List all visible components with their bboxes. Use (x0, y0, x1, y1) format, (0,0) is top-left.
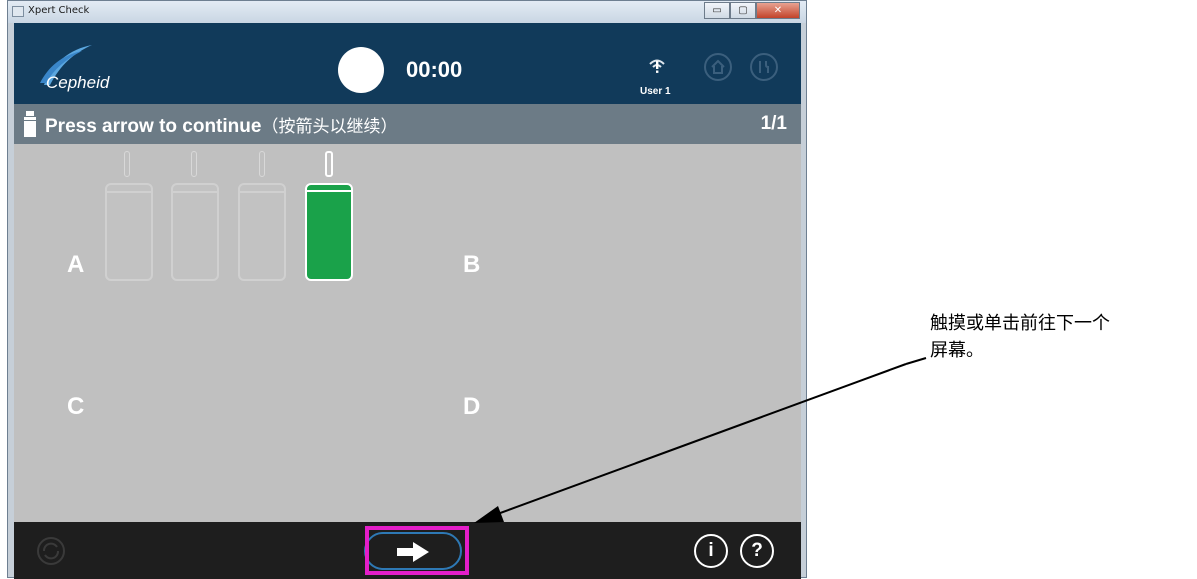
refresh-icon[interactable] (36, 536, 66, 566)
app-client-area: Cepheid 00:00 User 1 Press arrow to cont… (14, 23, 801, 579)
cartridge-slot[interactable] (238, 183, 286, 281)
cartridge-slot-active[interactable] (305, 183, 353, 281)
home-icon (711, 59, 725, 74)
slot-cap-active (325, 151, 333, 177)
slot-cap (191, 151, 197, 177)
minimize-button[interactable]: ▭ (704, 2, 730, 19)
instruction-text-en: Press arrow to continue (45, 116, 262, 137)
user-label: User 1 (640, 86, 671, 97)
help-button[interactable]: ? (740, 534, 774, 568)
instruction-bar: Press arrow to continue（按箭头以继续） 1/1 (14, 104, 801, 144)
module-label-b: B (463, 251, 481, 278)
wifi-icon (649, 59, 665, 73)
callout-text: 触摸或单击前往下一个 屏幕。 (930, 310, 1110, 364)
timer: 00:00 (406, 57, 463, 82)
app-header: Cepheid 00:00 User 1 (14, 23, 801, 104)
cartridge-slot[interactable] (171, 183, 219, 281)
status-indicator (338, 47, 384, 93)
maximize-button[interactable]: ▢ (730, 2, 756, 19)
logo-text: Cepheid (46, 73, 110, 92)
home-button[interactable] (704, 53, 732, 81)
callout-line-2: 屏幕。 (930, 340, 984, 361)
tools-button[interactable] (750, 53, 778, 81)
instruction-text: Press arrow to continue（按箭头以继续） (45, 112, 397, 138)
title-bar: Xpert Check ▭ ▢ ✕ (8, 1, 806, 23)
info-button[interactable]: i (694, 534, 728, 568)
module-label-d: D (463, 393, 481, 420)
window-controls: ▭ ▢ ✕ (704, 2, 800, 19)
tools-icon (759, 61, 769, 73)
page-counter: 1/1 (760, 113, 787, 134)
app-icon (12, 6, 24, 17)
instruction-text-cn: （按箭头以继续） (261, 117, 398, 137)
module-label-a: A (67, 251, 85, 278)
cartridge-slot[interactable] (105, 183, 153, 281)
app-window: Xpert Check ▭ ▢ ✕ Cepheid 00:00 User 1 P… (7, 0, 807, 579)
window-title: Xpert Check (28, 5, 90, 16)
module-label-c: C (67, 393, 85, 420)
slot-cap (124, 151, 130, 177)
slot-cap (259, 151, 265, 177)
callout-line-1: 触摸或单击前往下一个 (930, 313, 1110, 334)
next-button-highlight (365, 526, 469, 575)
cartridge-icon (24, 111, 36, 137)
close-button[interactable]: ✕ (756, 2, 800, 19)
